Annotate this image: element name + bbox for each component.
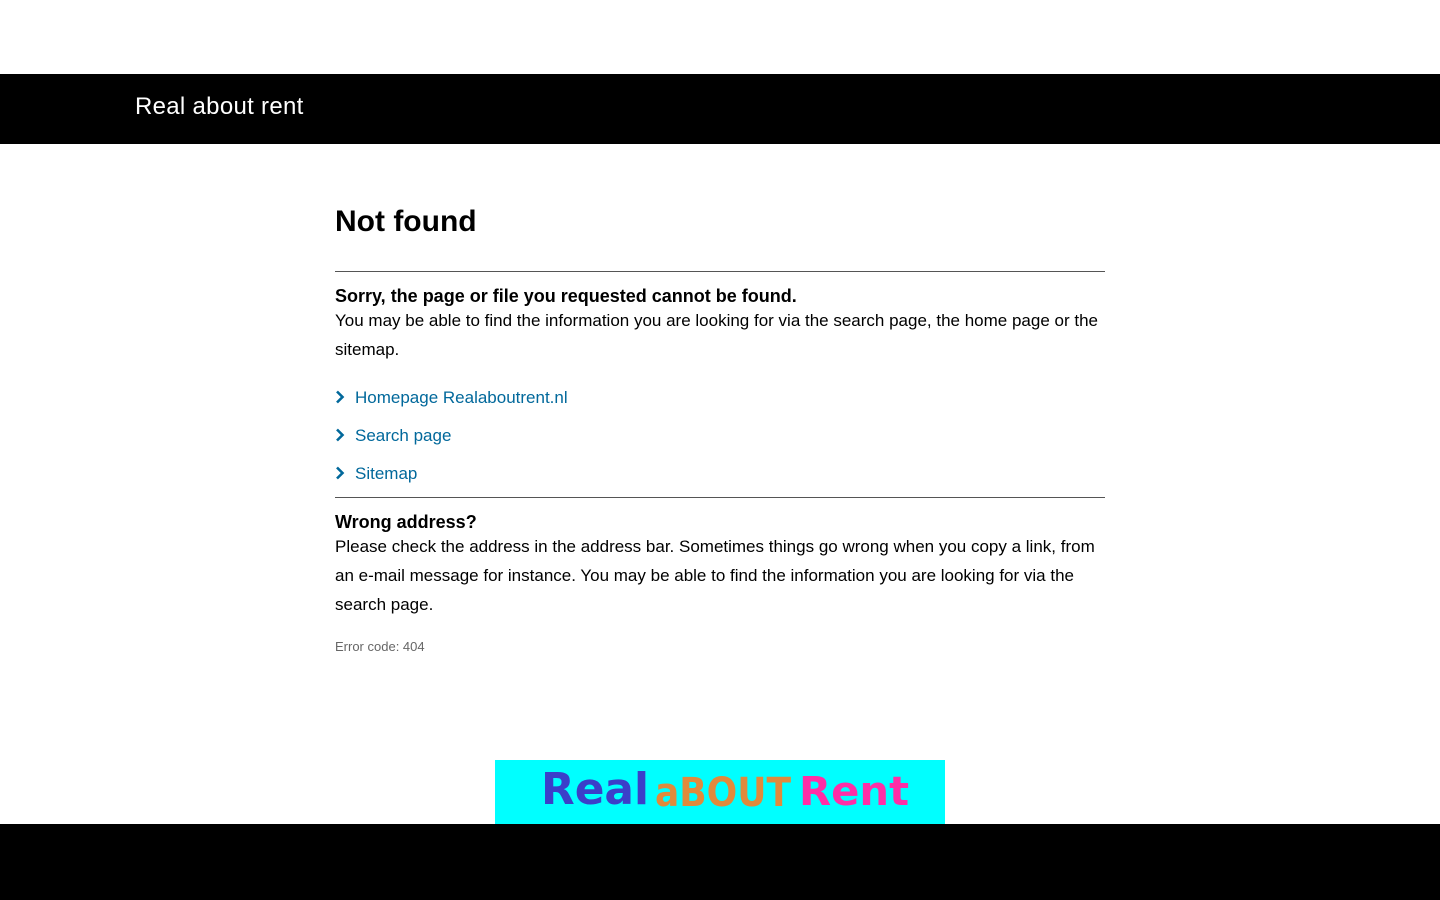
svg-text:Real: Real (541, 764, 649, 815)
list-item: Search page (335, 424, 1105, 462)
real-about-rent-logo-banner: Real aBOUT Rent (495, 760, 945, 824)
site-footer (0, 824, 1440, 900)
list-item: Homepage Realaboutrent.nl (335, 386, 1105, 424)
site-title-link[interactable]: Real about rent (135, 93, 304, 121)
chevron-right-icon (335, 428, 347, 442)
help-links-list: Homepage Realaboutrent.nl Search page Si… (335, 386, 1105, 500)
intro-text: You may be able to find the information … (335, 311, 1098, 359)
not-found-subheading: Sorry, the page or file you requested ca… (335, 286, 797, 306)
main-content: Not found Sorry, the page or file you re… (335, 200, 1105, 655)
wrong-address-text: Please check the address in the address … (335, 537, 1095, 614)
svg-text:aBOUT: aBOUT (655, 770, 792, 816)
error-code: Error code: 404 (335, 639, 425, 654)
top-bar (0, 0, 1440, 74)
search-page-link[interactable]: Search page (355, 426, 451, 445)
site-header: Real about rent (0, 74, 1440, 144)
list-item: Sitemap (335, 462, 1105, 500)
divider (335, 271, 1105, 272)
homepage-link[interactable]: Homepage Realaboutrent.nl (355, 388, 568, 407)
page-title: Not found (335, 205, 477, 238)
svg-text:Rent: Rent (799, 769, 909, 815)
sitemap-link[interactable]: Sitemap (355, 464, 417, 483)
chevron-right-icon (335, 466, 347, 480)
chevron-right-icon (335, 390, 347, 404)
logo-wordmark: Real aBOUT Rent (541, 764, 909, 816)
wrong-address-heading: Wrong address? (335, 512, 477, 532)
